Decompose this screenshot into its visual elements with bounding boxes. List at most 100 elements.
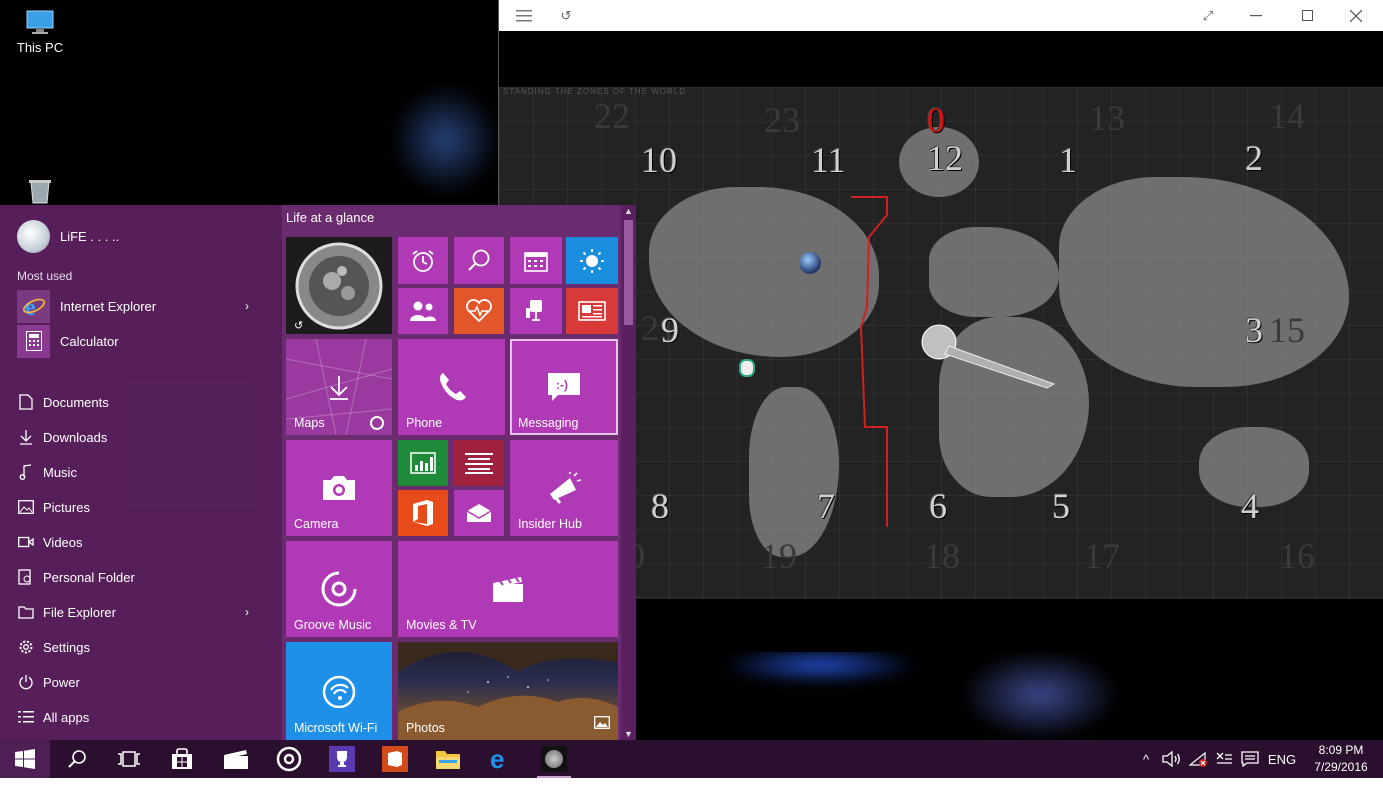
start-button[interactable] — [0, 740, 50, 778]
taskbar-store[interactable] — [157, 740, 207, 778]
place-pictures[interactable]: Pictures — [17, 492, 257, 522]
weather-tile[interactable] — [566, 237, 618, 284]
chevron-right-icon[interactable]: › — [245, 605, 249, 619]
network-button[interactable] — [1187, 740, 1211, 778]
place-videos[interactable]: Videos — [17, 527, 257, 557]
scroll-up-arrow-icon[interactable]: ▲ — [621, 206, 636, 216]
tile-label: Maps — [294, 416, 325, 430]
most-used-internet-explorer[interactable]: e Internet Explorer › — [17, 289, 257, 323]
taskbar-world-clock-app[interactable] — [529, 740, 579, 778]
place-label: Personal Folder — [43, 569, 135, 585]
nebula-decoration — [395, 80, 495, 200]
this-pc-label: This PC — [16, 40, 64, 55]
action-center-button[interactable] — [1238, 740, 1262, 778]
camera-tile[interactable]: Camera — [286, 440, 392, 536]
svg-text:e: e — [490, 747, 504, 771]
keyboard-icon — [1216, 752, 1232, 764]
office-tile[interactable] — [398, 490, 448, 536]
input-indicator-button[interactable] — [1212, 740, 1236, 778]
refresh-icon: ↺ — [294, 320, 304, 332]
document-icon — [17, 394, 34, 411]
recycle-bin-icon — [24, 178, 56, 206]
volume-button[interactable] — [1160, 740, 1184, 778]
zone-hour-label: 16 — [1279, 536, 1315, 576]
fullscreen-icon[interactable]: ⤢ — [1185, 0, 1231, 31]
mail-tile[interactable] — [454, 490, 504, 536]
place-settings[interactable]: Settings — [17, 632, 257, 662]
clock-app-tile[interactable]: ↺ — [286, 237, 392, 334]
taskbar: e ^ ENG 8:09 PM 7/29/2016 — [0, 740, 1383, 778]
money-tile[interactable] — [398, 440, 448, 486]
most-used-calculator[interactable]: Calculator — [17, 324, 257, 358]
alarms-tile[interactable] — [398, 237, 448, 284]
network-disconnected-icon — [1189, 751, 1207, 767]
this-pc-desktop-icon[interactable]: This PC — [10, 8, 70, 55]
taskbar-movies-tv[interactable] — [211, 740, 261, 778]
maps-tile[interactable]: Maps — [286, 339, 392, 435]
taskbar-trophy-app[interactable] — [317, 740, 367, 778]
file-explorer-icon — [436, 751, 460, 769]
photo-badge-icon — [594, 716, 610, 734]
search-button[interactable] — [52, 740, 102, 778]
sports-tile[interactable] — [454, 440, 504, 486]
sun-icon — [566, 237, 618, 284]
place-music[interactable]: Music — [17, 457, 257, 487]
start-menu-left-pane: LiFE . . . .. Most used e Internet Explo… — [0, 205, 282, 740]
tile-label: Messaging — [518, 416, 579, 430]
place-personal-folder[interactable]: Personal Folder — [17, 562, 257, 592]
photos-tile[interactable]: Photos — [398, 642, 618, 740]
taskbar-edge[interactable]: e — [476, 740, 526, 778]
zone-hour-label: 11 — [811, 140, 846, 180]
scrollbar-thumb[interactable] — [624, 220, 633, 325]
all-apps-icon — [17, 709, 34, 726]
refresh-icon[interactable]: ↺ — [543, 0, 589, 31]
people-tile[interactable] — [398, 288, 448, 334]
groove-music-tile[interactable]: Groove Music — [286, 541, 392, 637]
hamburger-menu-icon[interactable] — [501, 0, 547, 31]
chevron-right-icon[interactable]: › — [245, 299, 249, 313]
phone-tile[interactable]: Phone — [398, 339, 505, 435]
app-titlebar: ↺ ⤢ — [499, 0, 1383, 31]
office-icon — [398, 490, 448, 536]
taskbar-office-app[interactable] — [370, 740, 420, 778]
search-tile[interactable] — [454, 237, 504, 284]
minimize-button[interactable] — [1233, 0, 1279, 31]
place-downloads[interactable]: Downloads — [17, 422, 257, 452]
show-hidden-icons-button[interactable]: ^ — [1136, 740, 1156, 778]
svg-text:e: e — [25, 295, 36, 318]
scroll-down-arrow-icon[interactable]: ▼ — [621, 729, 636, 739]
zone-hour-label: 5 — [1052, 486, 1070, 526]
zone-hour-label: 6 — [929, 486, 947, 526]
task-view-button[interactable] — [104, 740, 154, 778]
zone-hour-label: 19 — [761, 536, 797, 576]
movies-tv-tile[interactable]: Movies & TV — [398, 541, 618, 637]
download-icon — [17, 429, 34, 446]
taskbar-file-explorer[interactable] — [423, 740, 473, 778]
monitor-icon — [24, 8, 56, 36]
language-indicator[interactable]: ENG — [1264, 740, 1300, 778]
insider-hub-tile[interactable]: Insider Hub — [510, 440, 618, 536]
videos-icon — [17, 534, 34, 551]
place-documents[interactable]: Documents — [17, 387, 257, 417]
taskbar-clock[interactable]: 8:09 PM 7/29/2016 — [1306, 742, 1376, 776]
messaging-tile[interactable]: :-) Messaging — [510, 339, 618, 435]
avatar — [17, 220, 50, 253]
tile-label: Phone — [406, 416, 443, 430]
zone-hour-label: 13 — [1089, 98, 1125, 138]
place-file-explorer[interactable]: File Explorer › — [17, 597, 257, 627]
health-tile[interactable] — [454, 288, 504, 334]
place-all-apps[interactable]: All apps — [17, 702, 257, 732]
get-office-tile[interactable] — [510, 288, 562, 334]
bottom-white-strip — [0, 778, 1383, 810]
taskbar-groove-music[interactable] — [264, 740, 314, 778]
globe-marker-icon — [799, 252, 821, 274]
tile-label: Movies & TV — [406, 618, 477, 632]
user-account[interactable]: LiFE . . . .. — [17, 220, 119, 253]
close-button[interactable] — [1333, 0, 1379, 31]
start-menu-scrollbar[interactable]: ▲ ▼ — [621, 205, 636, 740]
microsoft-wifi-tile[interactable]: Microsoft Wi-Fi — [286, 642, 392, 740]
news-tile[interactable] — [566, 288, 618, 334]
place-power[interactable]: Power — [17, 667, 257, 697]
calendar-tile[interactable] — [510, 237, 562, 284]
maximize-button[interactable] — [1284, 0, 1330, 31]
